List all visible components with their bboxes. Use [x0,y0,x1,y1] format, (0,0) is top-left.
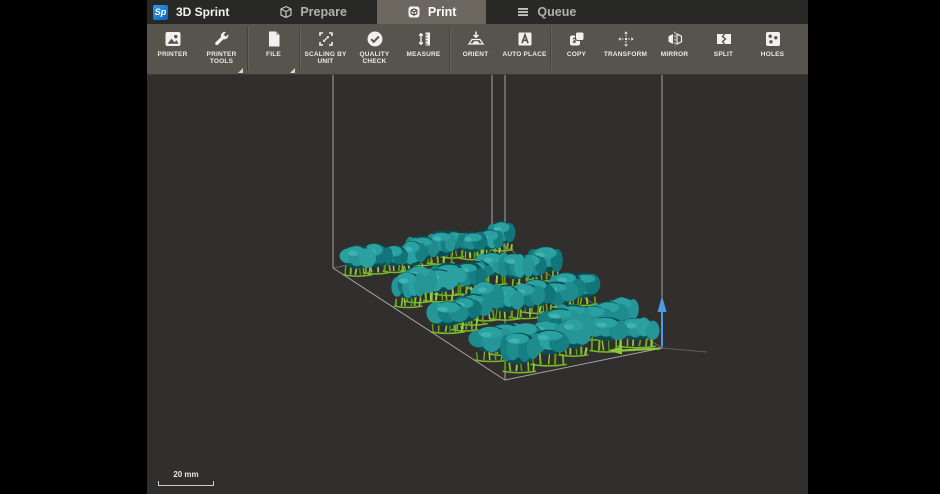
toolbar-button-label: COPY [566,51,587,58]
queue-icon [516,5,530,19]
tab-prepare[interactable]: Prepare [265,0,361,24]
viewport-3d[interactable]: 20 mm [147,75,808,494]
toolbar-button-label: MIRROR [660,51,689,58]
autoplace-icon [515,29,535,49]
scene-svg [332,75,708,381]
toolbar-group-separator [550,27,551,71]
tab-label: Queue [537,5,577,19]
toolbar-group: COPY TRANSFORM MIRROR SPLIT HOLES [552,24,797,74]
tab-bar: Prepare Print Queue [265,0,590,24]
toolbar-button-label: FILE [266,51,281,58]
printer-icon [163,29,183,49]
submenu-corner-triangle-icon [238,68,243,73]
orient-icon [466,29,486,49]
top-bar: Sp 3D Sprint Prepare Print Queue [147,0,808,24]
z-axis-arrow[interactable] [657,296,667,346]
toolbar-group-separator [299,27,300,71]
file-icon [264,29,284,49]
copy-icon [567,29,587,49]
toolbar-button-label: PRINTER [157,51,188,58]
dental-model[interactable] [339,245,376,277]
submenu-corner-triangle-icon [290,68,295,73]
toolbar-group: FILE [249,24,298,74]
toolbar-button-label: SCALING BY UNIT [304,51,347,65]
toolbar-button-label: TRANSFORM [603,51,648,58]
scale-label: 20 mm [173,470,199,479]
toolbar-group: PRINTER PRINTER TOOLS [148,24,246,74]
toolbar-button-label: HOLES [760,51,785,58]
holes-icon [763,29,783,49]
tab-label: Prepare [300,5,347,19]
toolbar-button-printer[interactable]: PRINTER [148,24,197,74]
toolbar-button-mirror[interactable]: MIRROR [650,24,699,74]
measure-icon [414,29,434,49]
print-tab-icon [407,5,421,19]
toolbar-button-label: MEASURE [406,51,441,58]
toolbar-button-copy[interactable]: COPY [552,24,601,74]
toolbar-button-label: AUTO PLACE [502,51,547,58]
scale-indicator: 20 mm [158,470,214,486]
toolbar-button-scaling-by-unit[interactable]: SCALING BY UNIT [301,24,350,74]
toolbar: PRINTER PRINTER TOOLS FILE SCALING BY UNIT Q… [147,24,808,75]
transform-icon [616,29,636,49]
toolbar-button-label: ORIENT [462,51,489,58]
toolbar-button-printer-tools[interactable]: PRINTER TOOLS [197,24,246,74]
toolbar-group-separator [449,27,450,71]
app-brand: Sp 3D Sprint [147,0,229,24]
app-window: Sp 3D Sprint Prepare Print Queue PRINTER PR… [147,0,808,494]
app-title: 3D Sprint [176,5,230,19]
toolbar-button-measure[interactable]: MEASURE [399,24,448,74]
wrench-icon [212,29,232,49]
toolbar-group: ORIENT AUTO PLACE [451,24,549,74]
toolbar-group: SCALING BY UNIT QUALITY CHECK MEASURE [301,24,448,74]
scene-canvas[interactable] [147,75,808,494]
toolbar-button-file[interactable]: FILE [249,24,298,74]
toolbar-button-orient[interactable]: ORIENT [451,24,500,74]
cube-icon [279,5,293,19]
app-logo-icon: Sp [153,4,168,20]
toolbar-button-auto-place[interactable]: AUTO PLACE [500,24,549,74]
toolbar-button-holes[interactable]: HOLES [748,24,797,74]
mirror-icon [665,29,685,49]
toolbar-button-split[interactable]: SPLIT [699,24,748,74]
scale-bar-line [158,481,214,486]
app-logo-text: Sp [154,7,167,17]
dental-model[interactable] [500,332,540,374]
toolbar-button-label: SPLIT [713,51,734,58]
tab-print[interactable]: Print [376,0,487,24]
toolbar-button-quality-check[interactable]: QUALITY CHECK [350,24,399,74]
quality-icon [365,29,385,49]
tab-queue[interactable]: Queue [502,0,590,24]
toolbar-button-label: QUALITY CHECK [359,51,390,65]
toolbar-button-transform[interactable]: TRANSFORM [601,24,650,74]
scaling-icon [316,29,336,49]
tab-label: Print [427,5,457,19]
toolbar-button-label: PRINTER TOOLS [206,51,237,65]
split-icon [714,29,734,49]
toolbar-group-separator [247,27,248,71]
